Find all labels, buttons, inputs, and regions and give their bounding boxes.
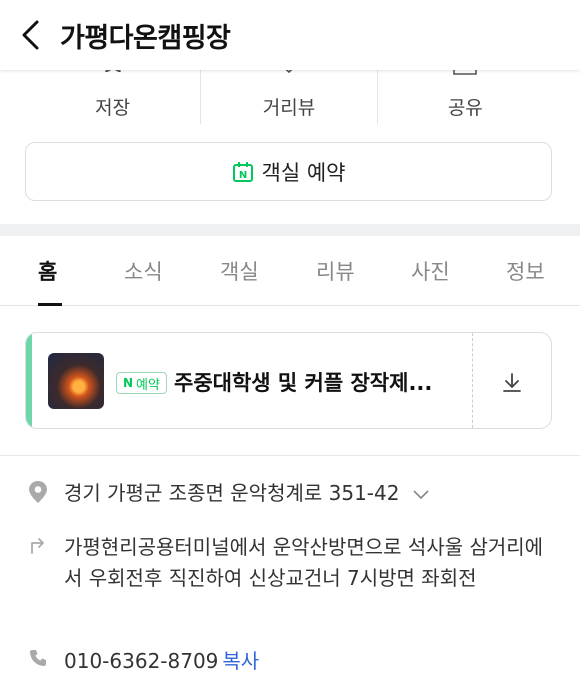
- promo-card[interactable]: N 예약 주중대학생 및 커플 장작제...: [25, 332, 552, 429]
- share-label: 공유: [447, 97, 483, 119]
- turn-right-arrow-icon: [31, 538, 44, 554]
- tab-bar: 홈 소식 객실 리뷰 사진 정보: [0, 236, 580, 306]
- tab-info[interactable]: 정보: [506, 256, 545, 286]
- back-button[interactable]: [0, 0, 60, 70]
- page-title: 가평다온캠핑장: [60, 22, 231, 54]
- section-gap: [0, 224, 580, 236]
- directions-text: 가평현리공용터미널에서 운악산방면으로 석사울 삼거리에서 우회전후 직진하여 …: [64, 535, 544, 590]
- section-divider: [0, 455, 580, 456]
- room-reservation-button[interactable]: N 객실 예약: [25, 142, 552, 201]
- coupon-divider: [472, 333, 473, 428]
- streetview-label: 거리뷰: [262, 97, 316, 119]
- tab-home[interactable]: 홈: [38, 256, 57, 286]
- naver-calendar-icon: N: [232, 161, 253, 182]
- chevron-down-icon[interactable]: [412, 489, 430, 501]
- back-arrow-icon: [22, 20, 39, 50]
- tab-rooms[interactable]: 객실: [220, 256, 259, 286]
- phone-number[interactable]: 010-6362-8709: [64, 649, 218, 673]
- reservation-badge: N 예약: [116, 372, 167, 394]
- room-reservation-label: 객실 예약: [261, 160, 346, 185]
- tab-news[interactable]: 소식: [124, 256, 163, 286]
- promo-title: 주중대학생 및 커플 장작제...: [174, 371, 433, 395]
- reservation-badge-label: 예약: [136, 377, 160, 393]
- phone-row: 010-6362-8709 복사: [28, 646, 553, 677]
- save-label: 저장: [95, 97, 131, 119]
- address-text: 경기 가평군 조종면 운악청계로 351-42: [64, 481, 400, 505]
- address-row: 경기 가평군 조종면 운악청계로 351-42: [28, 478, 553, 509]
- download-icon: [503, 373, 521, 392]
- tab-reviews[interactable]: 리뷰: [316, 256, 355, 286]
- copy-phone-button[interactable]: 복사: [222, 649, 259, 673]
- directions-row: 가평현리공용터미널에서 운악산방면으로 석사울 삼거리에서 우회전후 직진하여 …: [28, 532, 553, 594]
- phone-icon: [30, 650, 46, 666]
- active-tab-indicator: [38, 303, 62, 306]
- download-coupon-button[interactable]: [500, 370, 524, 398]
- naver-n-icon: N: [123, 376, 134, 390]
- promo-thumbnail: [48, 353, 104, 409]
- svg-text:N: N: [238, 170, 246, 181]
- top-bar: 가평다온캠핑장: [0, 0, 580, 70]
- promo-accent-bar: [26, 333, 32, 428]
- location-pin-icon: [29, 481, 47, 503]
- tab-photos[interactable]: 사진: [411, 256, 450, 286]
